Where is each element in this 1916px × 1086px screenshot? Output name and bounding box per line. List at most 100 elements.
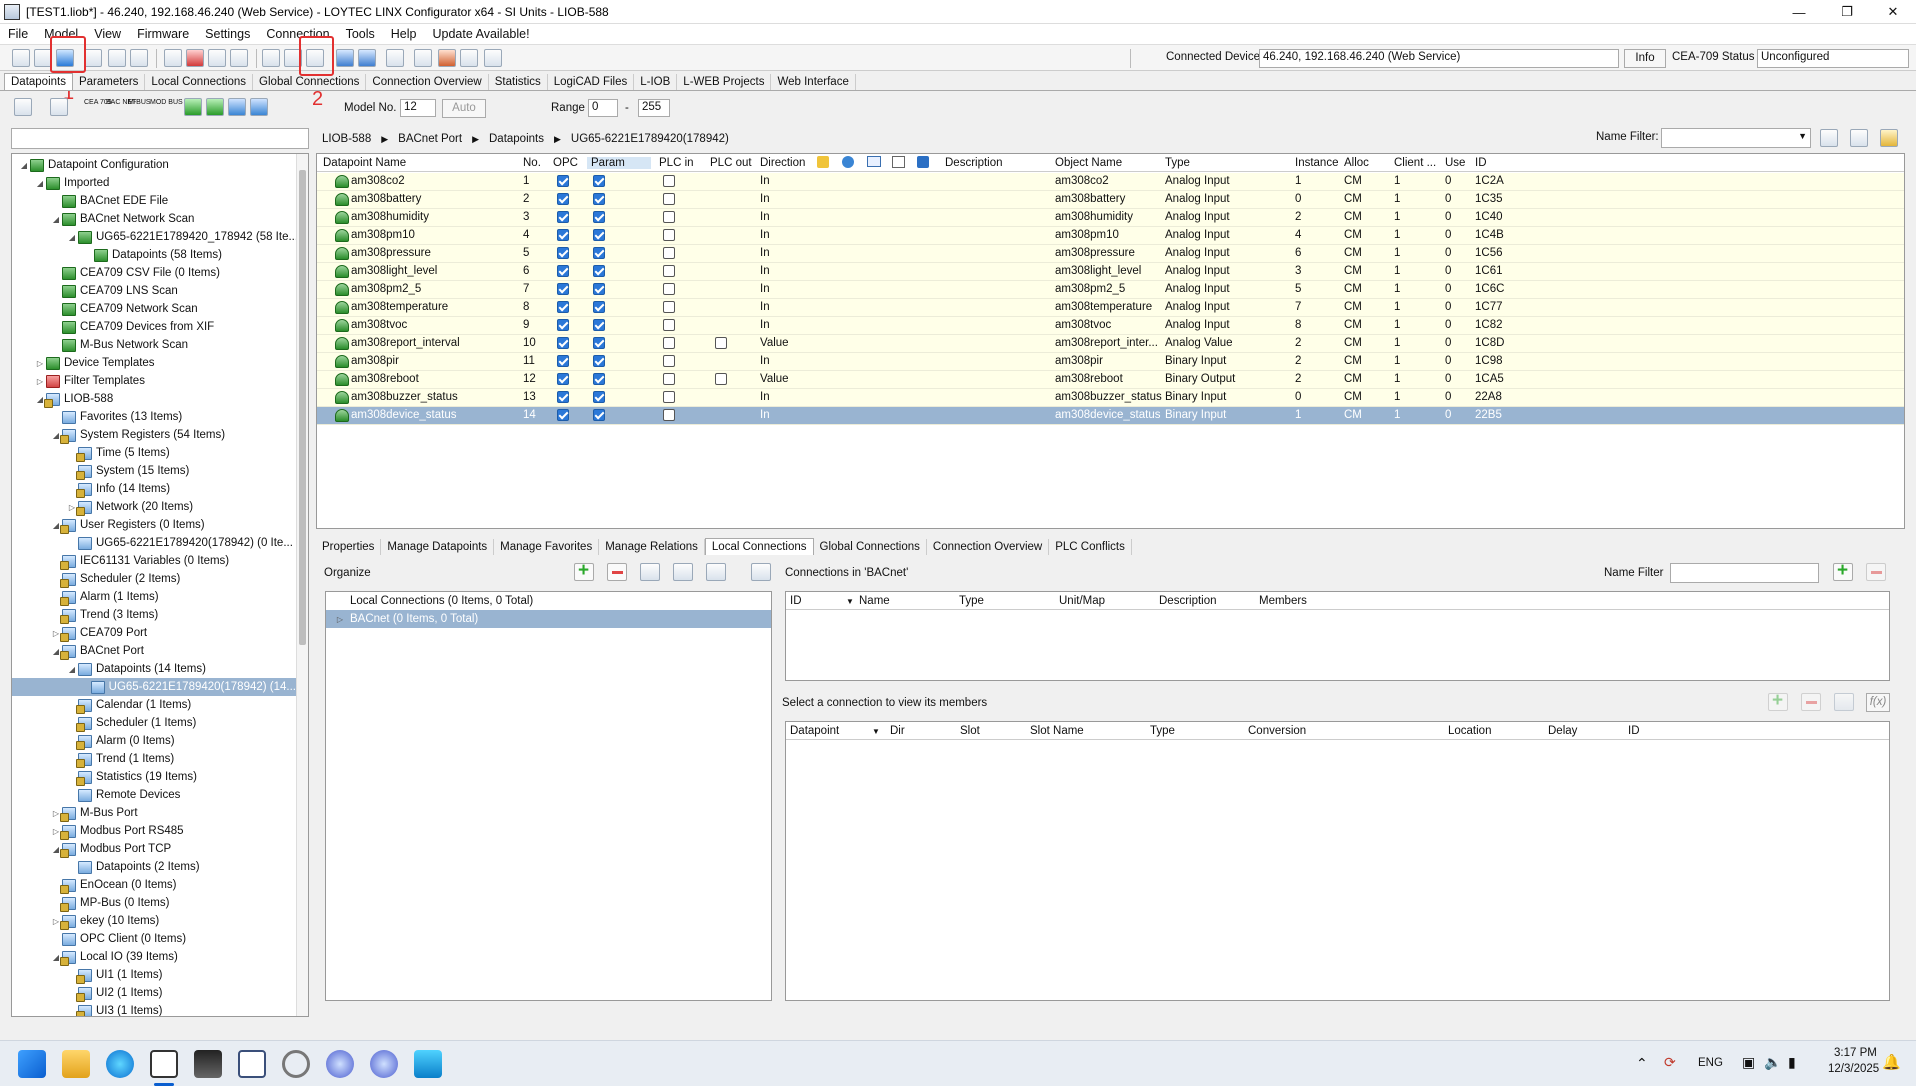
opc-checkbox[interactable] (557, 175, 569, 187)
opc-checkbox[interactable] (557, 409, 569, 421)
tree-item[interactable]: CEA709 LNS Scan (50, 282, 178, 300)
tree-item[interactable]: ▷ Device Templates (34, 354, 155, 372)
collapse-icon[interactable]: ◢ (34, 179, 46, 188)
app-avatar-icon[interactable] (194, 1050, 222, 1078)
close-button[interactable]: ✕ (1870, 0, 1916, 24)
tree-item[interactable]: Statistics (19 Items) (66, 768, 197, 786)
table-row[interactable]: am308tvoc 9 In am308tvoc Analog Input 8 CM 1 0 1C… (317, 317, 1904, 335)
opc-checkbox[interactable] (557, 247, 569, 259)
member-col-delay[interactable]: Delay (1548, 725, 1577, 737)
member-col-datapoint[interactable]: Datapoint (790, 725, 839, 737)
redo-icon[interactable] (130, 49, 148, 67)
filter-settings-icon[interactable] (1820, 129, 1838, 147)
conn-col-type[interactable]: Type (959, 595, 984, 607)
member-col-slot-name[interactable]: Slot Name (1030, 725, 1084, 737)
cea709-filter-icon[interactable]: CEA 709 (84, 99, 112, 107)
model-no-field[interactable]: 12 (400, 99, 436, 117)
language-indicator[interactable]: ENG (1698, 1057, 1723, 1069)
conn-col-description[interactable]: Description (1159, 595, 1217, 607)
edge-icon[interactable] (106, 1050, 134, 1078)
volume-icon[interactable]: 🔈 (1764, 1054, 1781, 1071)
undo-icon[interactable] (108, 49, 126, 67)
tree-item[interactable]: ▷ Network (20 Items) (66, 498, 193, 516)
table-row[interactable]: am308pressure 5 In am308pressure Analog Inpu… (317, 245, 1904, 263)
tree-item[interactable]: IEC61131 Variables (0 Items) (50, 552, 229, 570)
table-row[interactable]: am308pm2_5 7 In am308pm2_5 Analog Input 5 CM 1 0… (317, 281, 1904, 299)
menu-help[interactable]: Help (383, 27, 425, 41)
col-id[interactable]: ID (1475, 157, 1487, 169)
table-row[interactable]: am308buzzer_status 13 In am308buzzer_status… (317, 389, 1904, 407)
import-icon[interactable] (460, 49, 478, 67)
plcin-checkbox[interactable] (663, 211, 675, 223)
tree-item[interactable]: Calendar (1 Items) (66, 696, 191, 714)
chevron-up-icon[interactable]: ⌃ (1636, 1055, 1648, 1072)
tree-item[interactable]: ◢ UG65-6221E1789420_178942 (58 Ite... (66, 228, 298, 246)
param-checkbox[interactable] (593, 373, 605, 385)
window-icon[interactable] (208, 49, 226, 67)
tree-item[interactable]: ◢ Modbus Port TCP (50, 840, 171, 858)
tree-item[interactable]: ◢ System Registers (54 Items) (50, 426, 225, 444)
network-icon[interactable] (438, 49, 456, 67)
delete-icon[interactable] (186, 49, 204, 67)
tab-manage-datapoints[interactable]: Manage Datapoints (381, 539, 495, 555)
tree-item[interactable]: CEA709 CSV File (0 Items) (50, 264, 220, 282)
tree-item[interactable]: EnOcean (0 Items) (50, 876, 177, 894)
modbus-filter-icon[interactable]: MOD BUS (150, 99, 183, 107)
member-col-location[interactable]: Location (1448, 725, 1491, 737)
collapse-icon[interactable]: ◢ (18, 161, 30, 170)
tab-datapoints[interactable]: Datapoints (4, 73, 73, 90)
tree-item[interactable]: Scheduler (1 Items) (66, 714, 196, 732)
menu-file[interactable]: File (0, 27, 36, 41)
conn-col-members[interactable]: Members (1259, 595, 1307, 607)
tree-item[interactable]: ◢ Datapoint Configuration (18, 156, 169, 174)
grid-dots-icon[interactable] (206, 98, 224, 116)
breadcrumb-item[interactable]: BACnet Port (398, 133, 462, 145)
tab-l-web-projects[interactable]: L-WEB Projects (677, 74, 772, 90)
expand-icon[interactable]: ▷ (34, 359, 46, 368)
plcin-checkbox[interactable] (663, 229, 675, 241)
tab-statistics[interactable]: Statistics (489, 74, 548, 90)
connections-name-filter-input[interactable] (1670, 563, 1819, 583)
opc-checkbox[interactable] (557, 355, 569, 367)
tree-item[interactable]: Trend (3 Items) (50, 606, 158, 624)
range-from-field[interactable]: 0 (588, 99, 618, 117)
firmware-icon[interactable] (386, 49, 404, 67)
hand-icon[interactable] (50, 98, 68, 116)
opc-checkbox[interactable] (557, 211, 569, 223)
camera-icon[interactable] (84, 49, 102, 67)
remove-connection-icon[interactable] (607, 563, 627, 581)
opc-checkbox[interactable] (557, 301, 569, 313)
tree-item[interactable]: Info (14 Items) (66, 480, 170, 498)
mbus-filter-icon[interactable]: M-BUS (128, 99, 151, 107)
copy-connection-icon[interactable] (673, 563, 693, 581)
tree-item[interactable]: UI3 (1 Items) (66, 1002, 162, 1016)
tree-item[interactable]: Favorites (13 Items) (50, 408, 182, 426)
battery-icon[interactable]: ▮ (1788, 1054, 1796, 1071)
opc-checkbox[interactable] (557, 193, 569, 205)
param-checkbox[interactable] (593, 283, 605, 295)
download-icon[interactable] (262, 49, 280, 67)
tab-connection-overview-detail[interactable]: Connection Overview (927, 539, 1050, 555)
breadcrumb-item[interactable]: LIOB-588 (322, 133, 371, 145)
network-app-icon[interactable] (238, 1050, 266, 1078)
table-row[interactable]: am308reboot 12 Value am308reboot Binary Outp… (317, 371, 1904, 389)
file-explorer-icon[interactable] (62, 1050, 90, 1078)
col-no[interactable]: No. (523, 157, 541, 169)
add-filter-icon[interactable] (1833, 560, 1853, 582)
col-use[interactable]: Use (1445, 157, 1465, 169)
col-client[interactable]: Client ... (1394, 157, 1436, 169)
remove-filter-icon[interactable] (1866, 563, 1886, 581)
copy-icon[interactable] (164, 49, 182, 67)
tree-item[interactable]: ◢ Imported (34, 174, 109, 192)
plcin-checkbox[interactable] (663, 265, 675, 277)
list-icon[interactable] (484, 49, 502, 67)
tab-manage-favorites[interactable]: Manage Favorites (494, 539, 600, 555)
member-col-id[interactable]: ID (1628, 725, 1640, 737)
search-icon[interactable] (751, 563, 771, 581)
sync-icon[interactable]: ⟳ (1664, 1054, 1676, 1071)
param-checkbox[interactable] (593, 409, 605, 421)
menu-settings[interactable]: Settings (197, 27, 258, 41)
param-checkbox[interactable] (593, 175, 605, 187)
opc-checkbox[interactable] (557, 283, 569, 295)
globe-app-2-icon[interactable] (370, 1050, 398, 1078)
